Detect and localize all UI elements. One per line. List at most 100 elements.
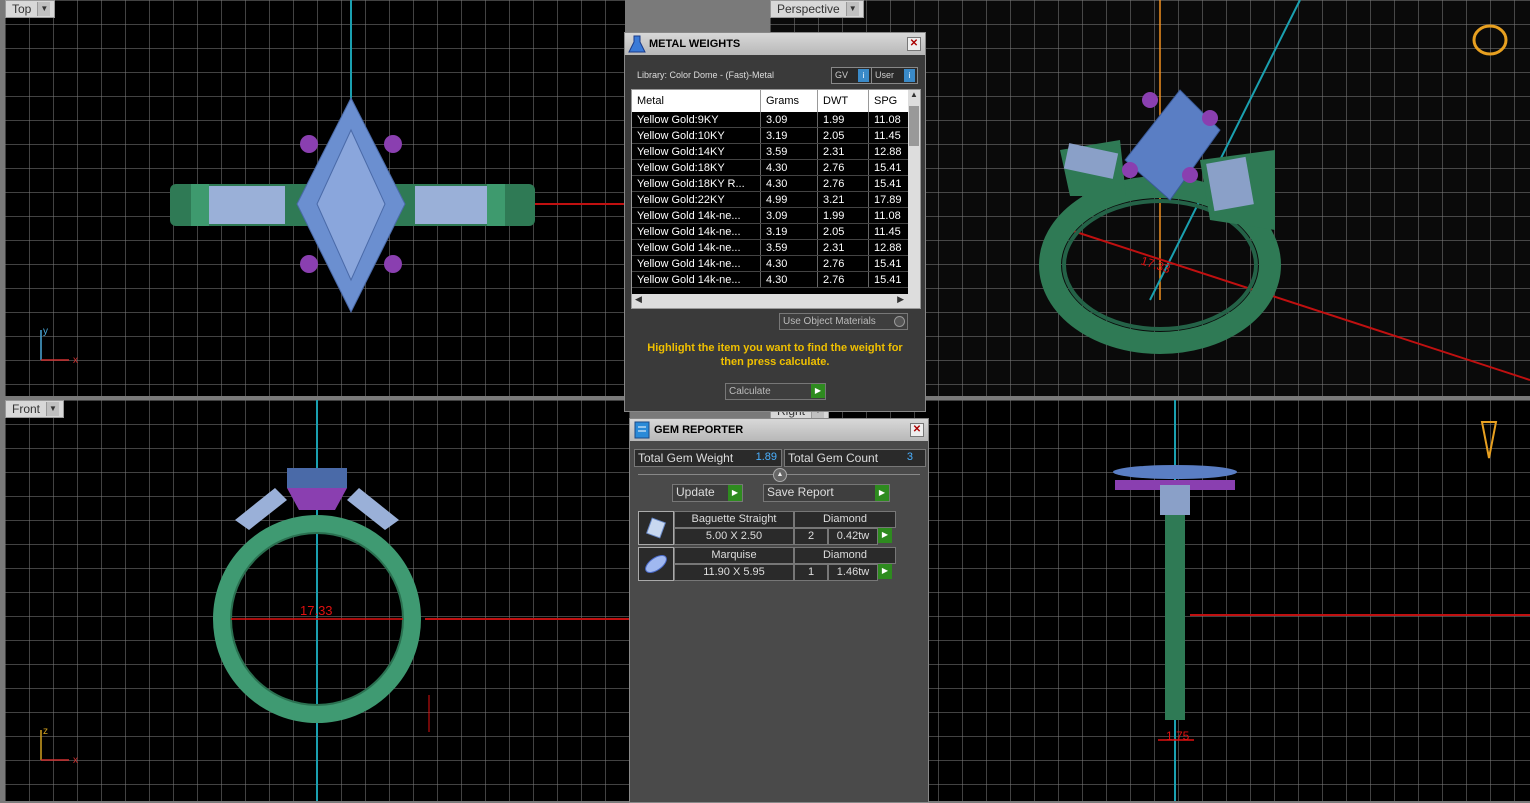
- table-cell: 3.59: [760, 143, 818, 160]
- total-gem-count-field: Total Gem Count 3: [784, 449, 926, 467]
- ring-preview-icon: [1472, 24, 1508, 56]
- viewport-top-label[interactable]: Top ▼: [5, 0, 56, 18]
- table-cell: 3.09: [760, 207, 818, 224]
- table-cell: 2.31: [817, 239, 869, 256]
- front-view-model: 17.33 z x: [40, 400, 630, 801]
- scroll-up-icon[interactable]: ▲: [908, 90, 920, 104]
- use-object-materials-toggle[interactable]: Use Object Materials: [779, 313, 908, 330]
- save-report-button[interactable]: Save Report ▶: [763, 484, 890, 502]
- table-cell: Yellow Gold 14k-ne...: [632, 271, 761, 288]
- table-cell: 2.76: [817, 271, 869, 288]
- user-toggle[interactable]: User i: [871, 67, 918, 84]
- table-row[interactable]: Yellow Gold 14k-ne... 3.19 2.05 11.45: [632, 223, 912, 240]
- play-icon[interactable]: ▶: [878, 564, 892, 579]
- calculate-button[interactable]: Calculate ▶: [725, 383, 826, 400]
- table-row[interactable]: Yellow Gold:18KY R... 4.30 2.76 15.41: [632, 175, 912, 192]
- table-row[interactable]: Yellow Gold:14KY 3.59 2.31 12.88: [632, 143, 912, 160]
- chevron-down-icon[interactable]: ▼: [845, 2, 859, 16]
- table-row[interactable]: Yellow Gold 14k-ne... 3.59 2.31 12.88: [632, 239, 912, 256]
- report-icon: [630, 419, 654, 441]
- viewport-front-label[interactable]: Front ▼: [5, 400, 65, 418]
- column-header[interactable]: DWT: [817, 90, 869, 112]
- play-icon: ▶: [875, 485, 889, 501]
- top-view-model: y x: [40, 0, 625, 366]
- total-gem-weight-label: Total Gem Weight: [638, 451, 734, 465]
- table-cell: 15.41: [868, 175, 912, 192]
- table-row[interactable]: Yellow Gold 14k-ne... 4.30 2.76 15.41: [632, 271, 912, 288]
- table-cell: 4.30: [760, 271, 818, 288]
- viewport-top[interactable]: y x Top ▼: [5, 0, 625, 396]
- table-cell: 15.41: [868, 271, 912, 288]
- front-dimension: 17.33: [300, 603, 333, 618]
- table-row[interactable]: Yellow Gold 14k-ne... 3.09 1.99 11.08: [632, 207, 912, 224]
- gem-size: 5.00 X 2.50: [674, 528, 794, 545]
- metal-weights-panel: METAL WEIGHTS ✕ Library: Color Dome - (F…: [624, 32, 926, 412]
- table-cell: 11.45: [868, 223, 912, 240]
- table-cell: 2.76: [817, 159, 869, 176]
- gem-weight: 0.42tw: [828, 528, 878, 545]
- vertical-scrollbar[interactable]: ▲: [908, 90, 920, 294]
- axis-x-label: x: [73, 755, 78, 766]
- metal-table[interactable]: Metal Grams DWT SPG Yellow Gold:9KY 3.09 1…: [632, 90, 912, 288]
- table-cell: Yellow Gold 14k-ne...: [632, 207, 761, 224]
- table-row[interactable]: Yellow Gold:9KY 3.09 1.99 11.08: [632, 112, 912, 128]
- close-icon[interactable]: ✕: [907, 37, 921, 51]
- table-row[interactable]: Yellow Gold 14k-ne... 4.30 2.76 15.41: [632, 255, 912, 272]
- gem-material: Diamond: [794, 547, 896, 564]
- gem-reporter-titlebar[interactable]: GEM REPORTER ✕: [630, 419, 928, 441]
- metal-table-container[interactable]: Metal Grams DWT SPG Yellow Gold:9KY 3.09 1…: [631, 89, 921, 309]
- table-cell: Yellow Gold:18KY: [632, 159, 761, 176]
- table-cell: Yellow Gold:18KY R...: [632, 175, 761, 192]
- viewport-perspective-label[interactable]: Perspective ▼: [770, 0, 864, 18]
- instruction-text: Highlight the item you want to find the …: [647, 342, 903, 368]
- table-row[interactable]: Yellow Gold:10KY 3.19 2.05 11.45: [632, 127, 912, 144]
- table-cell: 2.05: [817, 127, 869, 144]
- play-icon[interactable]: ▶: [878, 528, 892, 543]
- column-header[interactable]: Grams: [760, 90, 818, 112]
- table-row[interactable]: Yellow Gold:18KY 4.30 2.76 15.41: [632, 159, 912, 176]
- scroll-thumb[interactable]: [909, 106, 919, 146]
- play-icon: ▶: [728, 485, 742, 501]
- scroll-left-icon[interactable]: ◀: [635, 294, 642, 305]
- total-gem-count-label: Total Gem Count: [788, 451, 879, 465]
- gem-count: 2: [794, 528, 828, 545]
- table-cell: 2.05: [817, 223, 869, 240]
- chevron-down-icon[interactable]: ▼: [46, 402, 60, 416]
- radio-icon: [894, 316, 905, 327]
- table-cell: 12.88: [868, 143, 912, 160]
- horizontal-scrollbar[interactable]: ◀ ▶: [632, 294, 920, 308]
- table-cell: 17.89: [868, 191, 912, 208]
- table-cell: Yellow Gold:9KY: [632, 112, 761, 128]
- column-header[interactable]: Metal: [632, 90, 761, 112]
- chevron-down-icon[interactable]: ▼: [37, 2, 51, 16]
- collapse-toggle-icon[interactable]: ▲: [773, 468, 787, 482]
- baguette-gem-icon: [638, 511, 674, 545]
- right-dimension: 1.75: [1166, 729, 1190, 743]
- table-cell: Yellow Gold 14k-ne...: [632, 239, 761, 256]
- ring-side-icon: [1480, 421, 1498, 459]
- total-gem-weight-field: Total Gem Weight 1.89: [634, 449, 782, 467]
- gem-row[interactable]: Baguette Straight Diamond 5.00 X 2.50 2 …: [638, 511, 896, 545]
- table-cell: 3.19: [760, 223, 818, 240]
- table-cell: 2.76: [817, 175, 869, 192]
- gem-reporter-panel: GEM REPORTER ✕ Total Gem Weight 1.89 Tot…: [629, 418, 929, 803]
- scroll-right-icon[interactable]: ▶: [897, 294, 904, 305]
- table-cell: Yellow Gold 14k-ne...: [632, 255, 761, 272]
- gv-toggle[interactable]: GV i: [831, 67, 872, 84]
- info-icon: i: [904, 69, 915, 82]
- play-icon: ▶: [811, 384, 825, 398]
- axis-z-label: z: [43, 726, 48, 737]
- axis-y-label: y: [43, 326, 48, 337]
- close-icon[interactable]: ✕: [910, 423, 924, 437]
- table-cell: Yellow Gold:10KY: [632, 127, 761, 144]
- library-label: Library: Color Dome - (Fast)-Metal: [637, 70, 775, 80]
- table-cell: 4.30: [760, 159, 818, 176]
- table-row[interactable]: Yellow Gold:22KY 4.99 3.21 17.89: [632, 191, 912, 208]
- viewport-front[interactable]: 17.33 z x Front ▼: [5, 400, 630, 801]
- table-cell: 4.30: [760, 175, 818, 192]
- column-header[interactable]: SPG: [868, 90, 912, 112]
- table-cell: 11.45: [868, 127, 912, 144]
- gem-row[interactable]: Marquise Diamond 11.90 X 5.95 1 1.46tw ▶: [638, 547, 896, 581]
- update-button[interactable]: Update ▶: [672, 484, 743, 502]
- metal-weights-titlebar[interactable]: METAL WEIGHTS ✕: [625, 33, 925, 55]
